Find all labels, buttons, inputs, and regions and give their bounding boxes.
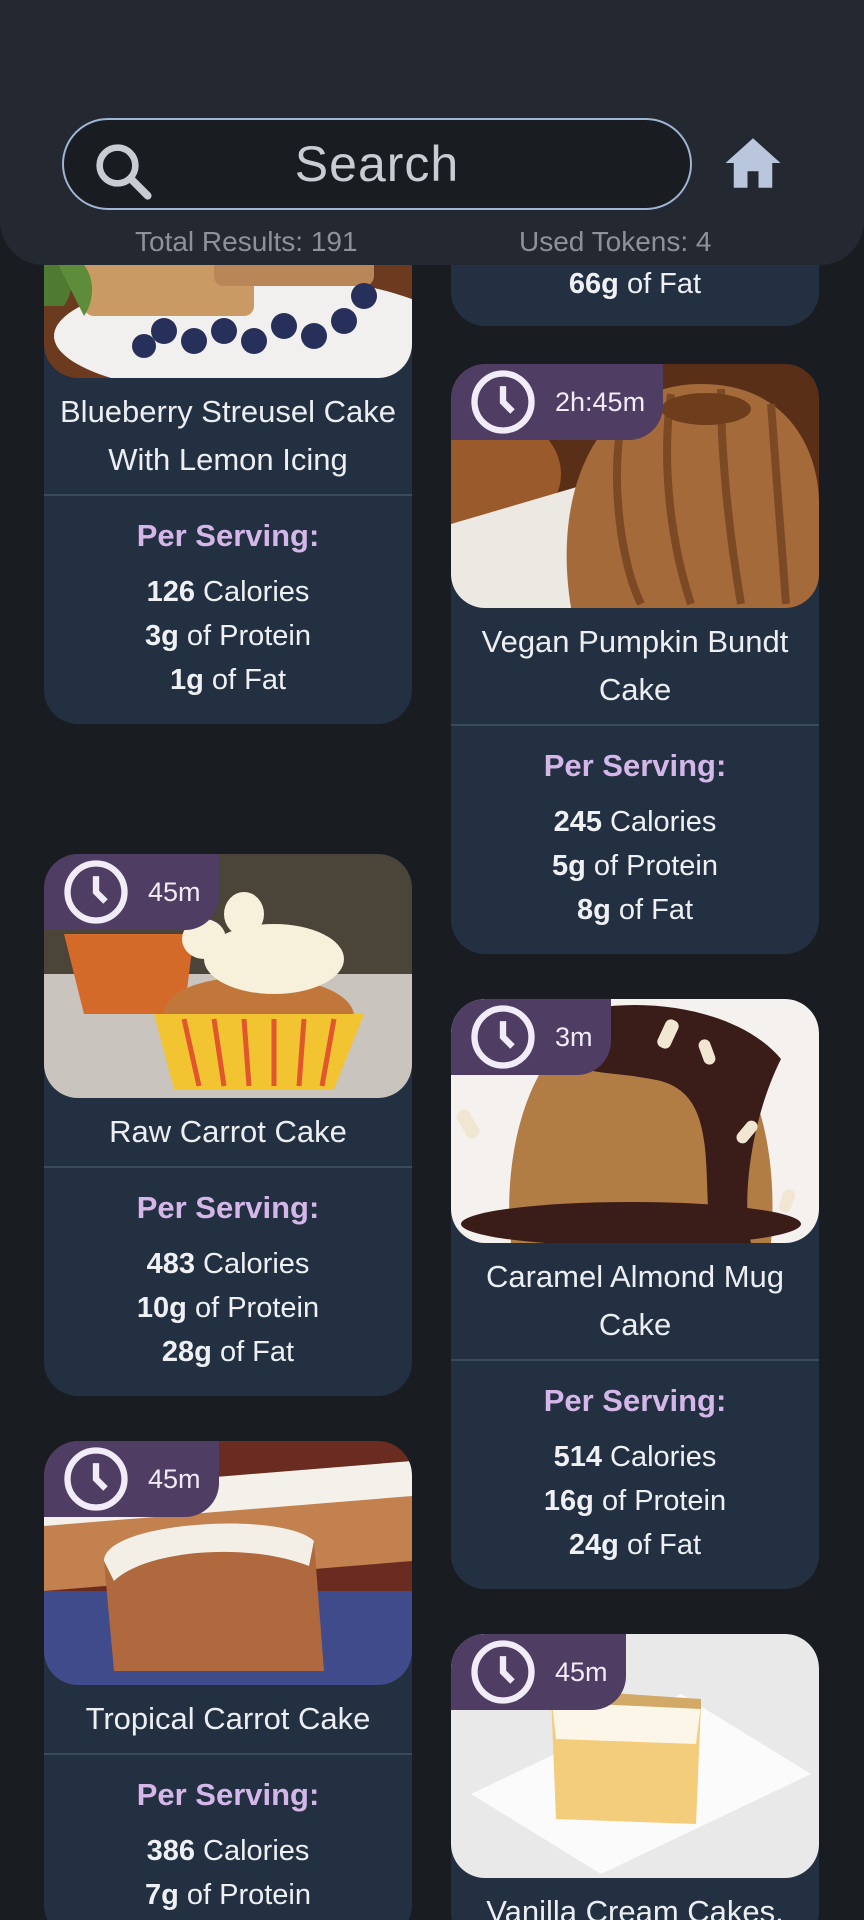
- calories-line: 245 Calories: [553, 806, 717, 838]
- used-tokens: Used Tokens: 4: [519, 226, 712, 257]
- fat-line: 66g of Fat: [568, 268, 702, 300]
- cook-time: 2h:45m: [555, 386, 646, 417]
- clock-icon: [471, 1005, 535, 1069]
- recipe-card[interactable]: 45m Blueberry Streusel Cake With Lemon I…: [44, 220, 412, 724]
- recipe-photo: 45m: [451, 1634, 819, 1878]
- recipe-card[interactable]: 45m Raw Carrot Cake Per Serving: 483 Cal…: [44, 854, 412, 1396]
- fat-line: 28g of Fat: [161, 1336, 295, 1368]
- recipe-card[interactable]: 45m Tropical Carrot Cake Per Serving: 38…: [44, 1441, 412, 1920]
- clock-icon: [64, 1447, 128, 1511]
- fat-line: 1g of Fat: [169, 664, 287, 696]
- protein-line: 16g of Protein: [543, 1485, 727, 1517]
- nutrition-info: Per Serving: 514 Calories 16g of Protein…: [451, 1361, 819, 1589]
- per-serving-heading: Per Serving:: [543, 748, 727, 783]
- calories-line: 514 Calories: [553, 1441, 717, 1473]
- recipe-photo: 2h:45m: [451, 364, 819, 608]
- clock-icon: [471, 370, 535, 434]
- calories-line: 126 Calories: [146, 576, 310, 608]
- nutrition-info: Per Serving: 126 Calories 3g of Protein …: [44, 496, 412, 724]
- cook-time-badge: 45m: [451, 1634, 626, 1710]
- nutrition-info: Per Serving: 245 Calories 5g of Protein …: [451, 726, 819, 954]
- per-serving-heading: Per Serving:: [543, 1383, 727, 1418]
- cook-time-badge: 45m: [44, 854, 219, 930]
- per-serving-heading: Per Serving:: [136, 1190, 320, 1225]
- recipe-title: Raw Carrot Cake: [109, 1114, 347, 1149]
- calories-line: 483 Calories: [146, 1248, 310, 1280]
- cook-time-badge: 3m: [451, 999, 611, 1075]
- protein-line: 7g of Protein: [144, 1879, 312, 1911]
- recipe-card[interactable]: 45m Vanilla Cream Cakes.: [451, 1634, 819, 1920]
- cook-time: 45m: [148, 1463, 201, 1494]
- per-serving-heading: Per Serving:: [136, 518, 320, 553]
- protein-line: 10g of Protein: [136, 1292, 320, 1324]
- nutrition-info: Per Serving: 386 Calories 7g of Protein: [44, 1755, 412, 1920]
- fat-line: 24g of Fat: [568, 1529, 702, 1561]
- total-results: Total Results: 191: [135, 226, 358, 257]
- clock-icon: [64, 860, 128, 924]
- cook-time-badge: 2h:45m: [451, 364, 664, 440]
- fat-line: 8g of Fat: [576, 894, 694, 926]
- recipe-photo: 3m: [451, 999, 819, 1243]
- recipe-title: Vegan Pumpkin Bundt Cake: [481, 624, 789, 707]
- clock-icon: [471, 1640, 535, 1704]
- recipe-title: Caramel Almond Mug Cake: [485, 1259, 785, 1342]
- home-icon[interactable]: [720, 130, 786, 196]
- cook-time: 3m: [555, 1021, 593, 1052]
- recipe-card[interactable]: 3m Caramel Almond Mug Cake Per Serving: …: [451, 999, 819, 1589]
- protein-line: 5g of Protein: [551, 850, 719, 882]
- search-input[interactable]: Search: [64, 135, 690, 193]
- recipe-title: Vanilla Cream Cakes.: [486, 1894, 784, 1920]
- search-icon: [96, 144, 152, 200]
- app-header: Search Total Results: 191 Used Tokens: 4: [0, 0, 864, 265]
- recipe-photo: 45m: [44, 1441, 412, 1685]
- cook-time-badge: 45m: [44, 1441, 219, 1517]
- recipe-card[interactable]: 2h:45m Vegan Pumpkin Bundt Cake Per Serv…: [451, 364, 819, 954]
- protein-line: 3g of Protein: [144, 620, 312, 652]
- search-bar[interactable]: Search: [62, 118, 692, 210]
- cook-time: 45m: [148, 876, 201, 907]
- nutrition-info: Per Serving: 483 Calories 10g of Protein…: [44, 1168, 412, 1396]
- calories-line: 386 Calories: [146, 1835, 310, 1867]
- per-serving-heading: Per Serving:: [136, 1777, 320, 1812]
- recipe-title: Tropical Carrot Cake: [85, 1701, 371, 1736]
- cook-time: 45m: [555, 1656, 608, 1687]
- recipe-photo: 45m: [44, 854, 412, 1098]
- recipe-title: Blueberry Streusel Cake With Lemon Icing: [60, 394, 396, 477]
